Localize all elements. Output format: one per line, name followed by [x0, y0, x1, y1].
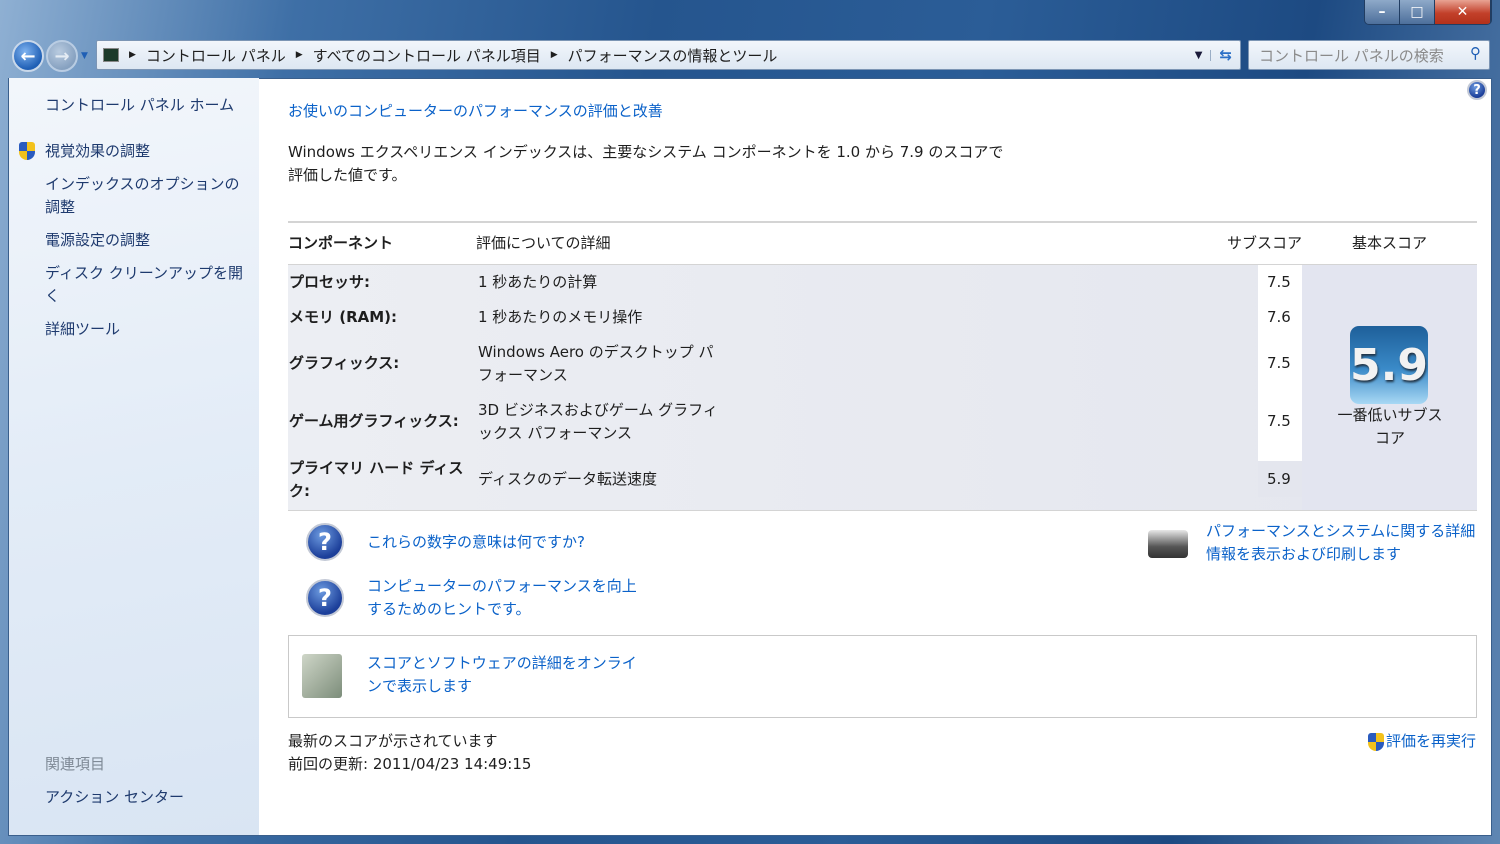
window-controls: – □ ✕ [1364, 0, 1492, 25]
divider [288, 510, 1477, 511]
component-detail: Windows Aero のデスクトップ パフォーマンス [478, 343, 714, 384]
sidebar-item-advanced-tools[interactable]: 詳細ツール [45, 318, 250, 341]
sidebar-item-action-center[interactable]: アクション センター [45, 786, 250, 809]
breadcrumb-all-items[interactable]: すべてのコントロール パネル項目 [313, 45, 541, 66]
related-heading: 関連項目 [45, 755, 106, 773]
address-dropdown-icon[interactable]: ▼ [1187, 49, 1212, 61]
forward-button[interactable]: → [46, 40, 78, 72]
sidebar-item-index-options[interactable]: インデックスのオプションの調整 [45, 173, 250, 219]
close-button[interactable]: ✕ [1435, 0, 1491, 24]
component-name: メモリ (RAM): [289, 308, 398, 326]
sidebar-home-link[interactable]: コントロール パネル ホーム [45, 94, 250, 117]
header-subscore: サブスコア [1227, 234, 1303, 252]
header-base-score: 基本スコア [1352, 234, 1428, 252]
component-name: プライマリ ハード ディスク: [289, 459, 464, 500]
component-detail: 1 秒あたりのメモリ操作 [478, 308, 643, 326]
sidebar-item-disk-cleanup[interactable]: ディスク クリーンアップを開く [45, 262, 250, 308]
printer-icon [1148, 530, 1188, 558]
maximize-button[interactable]: □ [1400, 0, 1435, 24]
subscore: 7.5 [1267, 412, 1291, 430]
header-detail: 評価についての詳細 [476, 234, 611, 252]
chevron-right-icon: ▶ [129, 50, 136, 60]
refresh-icon[interactable]: ⇆ [1211, 46, 1240, 64]
recent-pages-dropdown-icon[interactable]: ▼ [81, 51, 88, 61]
rerun-assessment-link[interactable]: 評価を再実行 [1386, 730, 1476, 753]
subscore: 7.5 [1267, 273, 1291, 291]
uac-shield-icon [19, 142, 35, 160]
component-detail: 1 秒あたりの計算 [478, 273, 598, 291]
software-box-icon [302, 654, 342, 698]
component-name: ゲーム用グラフィックス: [289, 412, 459, 430]
page-description: Windows エクスペリエンス インデックスは、主要なシステム コンポーネント… [288, 143, 1004, 184]
back-button[interactable]: ← [12, 40, 44, 72]
status-text: 最新のスコアが示されています [288, 732, 498, 750]
help-icon: ? [306, 579, 344, 617]
uac-shield-icon [1368, 732, 1384, 751]
last-update-text: 前回の更新: 2011/04/23 14:49:15 [288, 755, 532, 773]
sidebar-item-power-settings[interactable]: 電源設定の調整 [45, 229, 250, 252]
component-detail: ディスクのデータ転送速度 [478, 470, 657, 488]
component-detail: 3D ビジネスおよびゲーム グラフィックス パフォーマンス [478, 401, 718, 442]
subscore: 5.9 [1267, 470, 1291, 488]
subscore: 7.5 [1267, 354, 1291, 372]
search-input[interactable]: コントロール パネルの検索 ⚲ [1248, 40, 1490, 70]
sidebar: コントロール パネル ホーム 視覚効果の調整 インデックスのオプションの調整 電… [9, 78, 259, 835]
base-score-badge: 5.9 [1350, 326, 1428, 404]
component-name: グラフィックス: [289, 354, 400, 372]
help-icon: ? [306, 523, 344, 561]
base-score-caption: 一番低いサブスコア [1337, 406, 1443, 447]
chevron-right-icon: ▶ [550, 50, 558, 60]
address-bar[interactable]: ▶ コントロール パネル ▶ すべてのコントロール パネル項目 ▶ パフォーマン… [96, 40, 1241, 70]
chevron-right-icon: ▶ [295, 50, 303, 60]
help-icon[interactable]: ? [1467, 80, 1487, 100]
component-name: プロセッサ: [289, 273, 370, 291]
page-title: お使いのコンピューターのパフォーマンスの評価と改善 [288, 102, 663, 120]
search-icon[interactable]: ⚲ [1470, 44, 1481, 62]
minimize-button[interactable]: – [1365, 0, 1400, 24]
breadcrumb-control-panel[interactable]: コントロール パネル [146, 45, 286, 66]
performance-tips-link[interactable]: コンピューターのパフォーマンスを向上するためのヒントです。 [367, 575, 647, 621]
online-details-link[interactable]: スコアとソフトウェアの詳細をオンラインで表示します [367, 652, 647, 698]
breadcrumb-performance[interactable]: パフォーマンスの情報とツール [568, 45, 778, 66]
performance-icon [103, 48, 119, 62]
print-details-link[interactable]: パフォーマンスとシステムに関する詳細情報を表示および印刷します [1206, 520, 1481, 566]
subscore: 7.6 [1267, 308, 1291, 326]
header-component: コンポーネント [288, 234, 394, 252]
rerun-assessment[interactable]: 評価を再実行 [1368, 730, 1476, 753]
navigation-buttons: ← → ▼ [12, 40, 88, 72]
divider [288, 221, 1477, 223]
what-numbers-link[interactable]: これらの数字の意味は何ですか? [367, 531, 585, 554]
search-placeholder: コントロール パネルの検索 [1259, 47, 1444, 65]
sidebar-item-visual-effects[interactable]: 視覚効果の調整 [45, 140, 250, 163]
